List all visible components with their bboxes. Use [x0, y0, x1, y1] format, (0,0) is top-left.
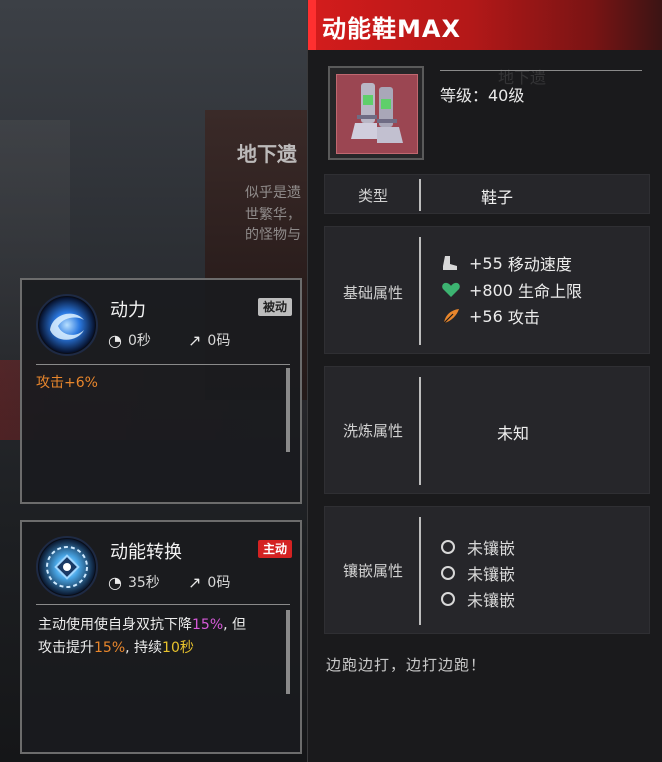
range-value: 0码 — [207, 333, 231, 349]
cooldown-clock-icon: ◔ — [108, 572, 122, 592]
socket-slot[interactable]: 未镶嵌 — [441, 535, 515, 559]
refine-label: 洗炼属性 — [342, 422, 403, 440]
row-divider — [419, 517, 421, 625]
background-panel-line: 世繁华， — [245, 207, 301, 223]
skill-card-active[interactable]: 动能转换 主动 ◔ 35秒 ↗ 0码 主动使用使自身双抗下降15%, 但攻击提升… — [20, 520, 302, 754]
type-label: 类型 — [357, 187, 388, 205]
heart-icon — [442, 282, 460, 297]
refine-value: 未知 — [497, 424, 530, 443]
socket-slot[interactable]: 未镶嵌 — [441, 561, 515, 585]
cooldown-value: 35秒 — [127, 575, 160, 591]
feather-attack-icon — [443, 309, 459, 324]
item-tooltip: 动能鞋MAX 地下遗 等级：40级 类型 鞋子 基础属性 +55 移动速度 +8… — [307, 0, 662, 762]
range-arrow-icon: ↗ — [188, 330, 202, 350]
background-panel-line: 似乎是遗 — [245, 185, 301, 201]
row-divider — [419, 237, 421, 345]
skill-description: 主动使用使自身双抗下降15%, 但攻击提升15%, 持续10秒 — [38, 617, 247, 656]
socket-label: 镶嵌属性 — [342, 562, 403, 580]
stat-attack: +56 攻击 — [441, 304, 540, 328]
type-row: 类型 鞋子 — [324, 174, 650, 214]
scrollbar[interactable] — [286, 368, 290, 452]
skill-type-badge: 主动 — [257, 540, 292, 558]
stat-move-speed: +55 移动速度 — [441, 251, 572, 275]
title-underline — [440, 70, 642, 71]
type-value: 鞋子 — [481, 188, 514, 207]
row-divider — [419, 377, 421, 485]
base-stats-label: 基础属性 — [342, 284, 403, 302]
energy-core-icon — [36, 536, 98, 598]
item-icon-frame[interactable] — [328, 66, 424, 160]
skill-name: 动能转换 — [110, 542, 182, 563]
armored-boots-icon — [336, 74, 418, 154]
range-arrow-icon: ↗ — [188, 572, 202, 592]
skill-cooldown: ◔ 0秒 — [108, 330, 151, 350]
header-accent-bar — [308, 0, 316, 50]
skill-cooldown: ◔ 35秒 — [108, 572, 160, 592]
card-divider — [36, 604, 290, 605]
row-divider — [419, 179, 421, 211]
skill-name: 动力 — [110, 300, 146, 321]
cooldown-clock-icon: ◔ — [108, 330, 122, 350]
card-divider — [36, 364, 290, 365]
skill-range: ↗ 0码 — [188, 330, 230, 350]
empty-socket-icon — [441, 592, 455, 606]
empty-socket-icon — [441, 540, 455, 554]
item-flavor-text: 边跑边打，边打边跑！ — [326, 656, 487, 674]
socket-slot[interactable]: 未镶嵌 — [441, 587, 515, 611]
refine-row: 洗炼属性 未知 — [324, 366, 650, 494]
socket-row: 镶嵌属性 未镶嵌 未镶嵌 未镶嵌 — [324, 506, 650, 634]
skill-card-passive[interactable]: 动力 被动 ◔ 0秒 ↗ 0码 攻击+6% — [20, 278, 302, 504]
background-panel-line: 的怪物与 — [245, 227, 301, 243]
item-level: 等级：40级 — [440, 86, 525, 105]
base-stats-row: 基础属性 +55 移动速度 +800 生命上限 +56 攻击 — [324, 226, 650, 354]
background-panel-title: 地下遗 — [237, 142, 297, 166]
cooldown-value: 0秒 — [127, 333, 151, 349]
swirl-ring-icon — [36, 294, 98, 356]
item-title: 动能鞋MAX — [322, 15, 461, 43]
stat-max-hp: +800 生命上限 — [441, 278, 582, 302]
skill-range: ↗ 0码 — [188, 572, 230, 592]
boot-speed-icon — [443, 256, 457, 270]
empty-socket-icon — [441, 566, 455, 580]
skill-description: 攻击+6% — [36, 375, 98, 391]
scrollbar[interactable] — [286, 610, 290, 694]
tooltip-header: 动能鞋MAX — [308, 0, 662, 50]
skill-type-badge: 被动 — [257, 298, 292, 316]
range-value: 0码 — [207, 575, 231, 591]
